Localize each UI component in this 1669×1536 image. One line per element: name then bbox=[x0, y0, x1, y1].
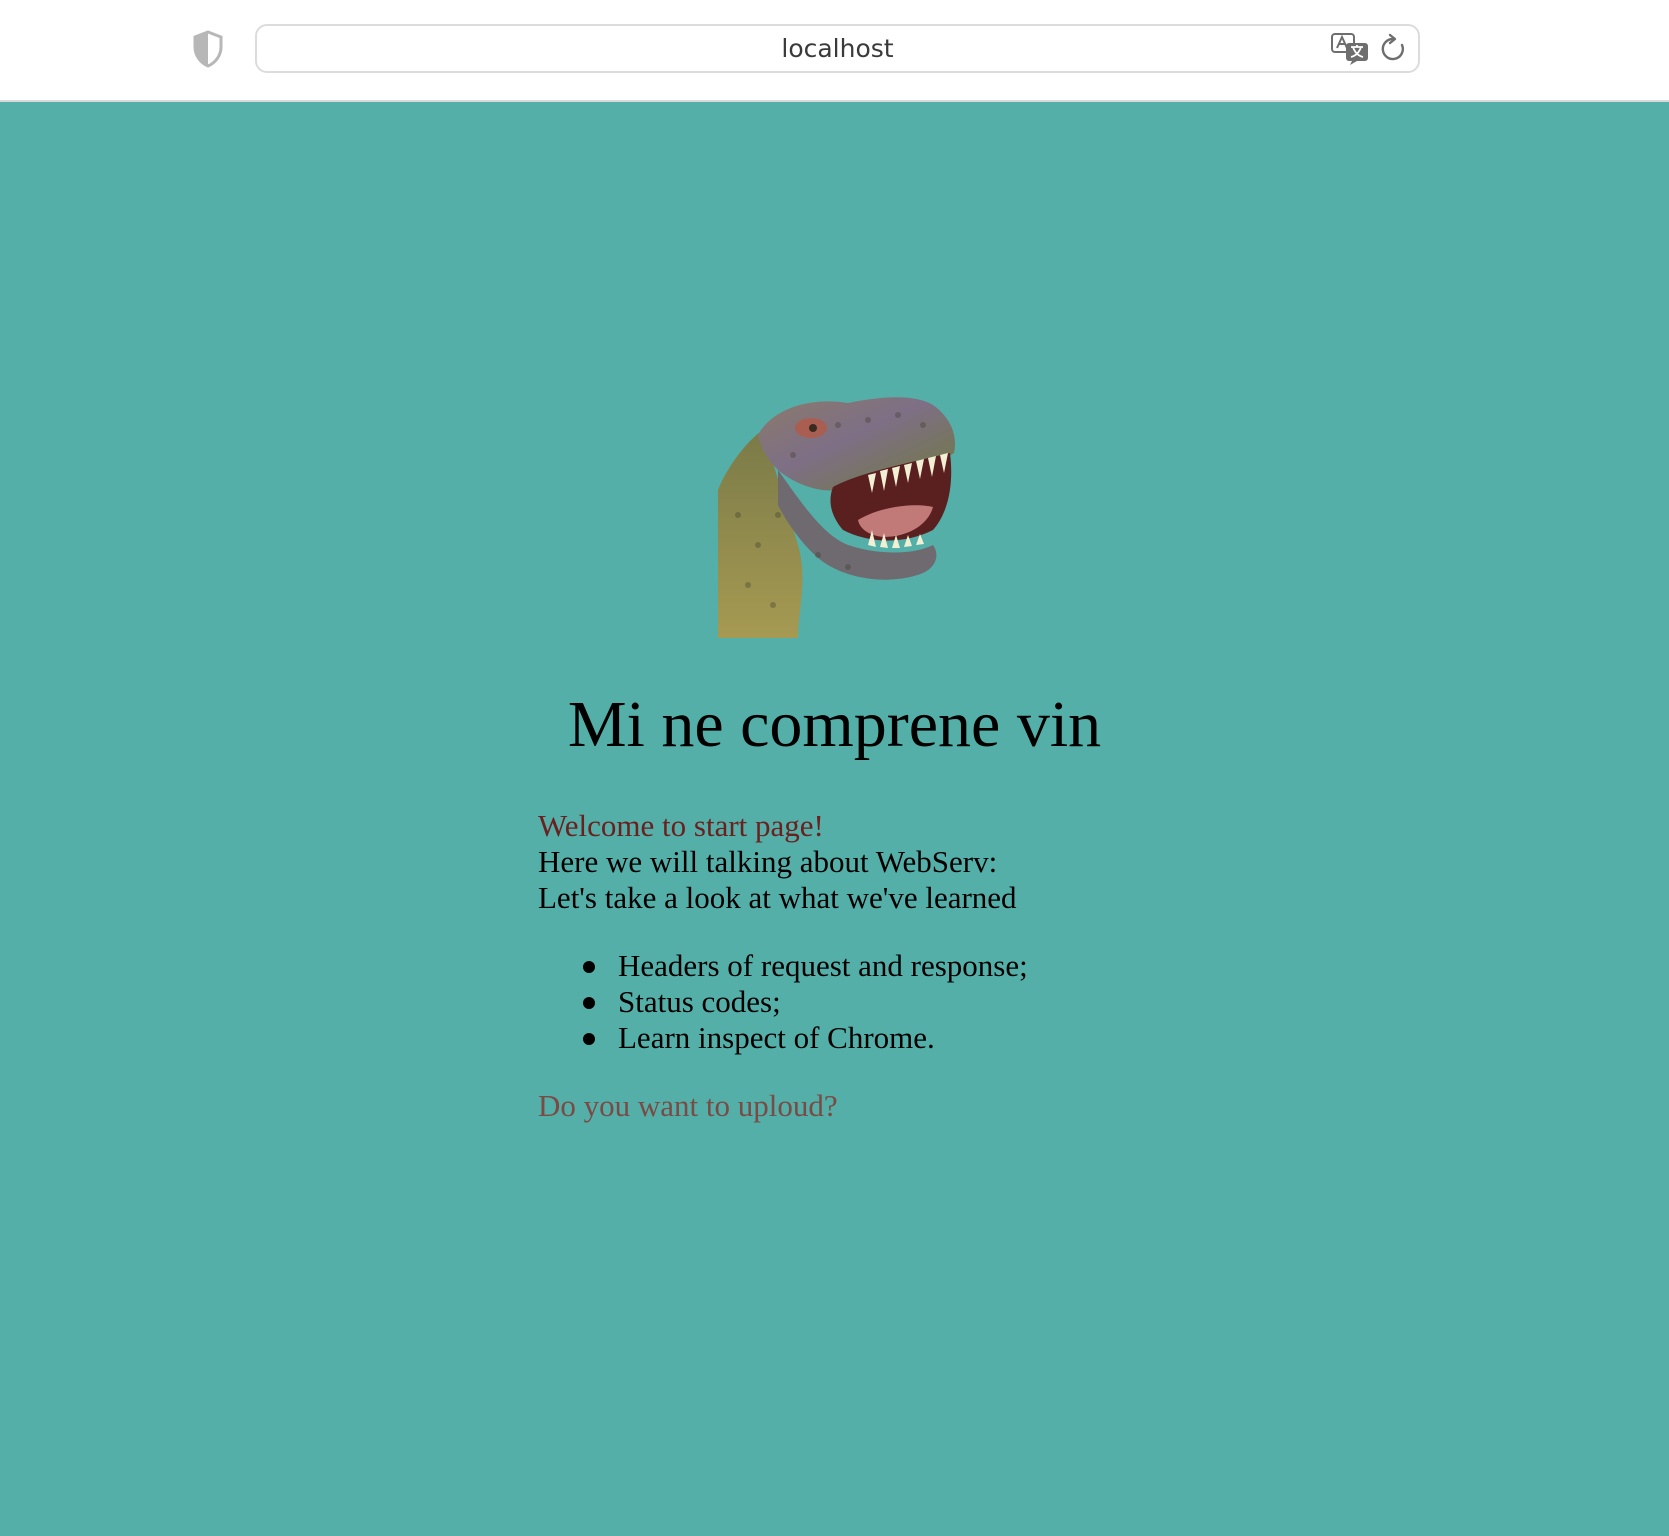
t-rex-dinosaur-image bbox=[718, 397, 956, 638]
upload-link[interactable]: Do you want to uploud? bbox=[538, 1088, 838, 1124]
intro-line-2: Let's take a look at what we've learned bbox=[538, 880, 1017, 915]
learned-list: Headers of request and response; Status … bbox=[538, 948, 1028, 1056]
address-text: localhost bbox=[781, 34, 894, 63]
welcome-text: Welcome to start page! bbox=[538, 808, 824, 843]
page-title: Mi ne comprene vin bbox=[567, 688, 1102, 761]
browser-toolbar: localhost bbox=[0, 0, 1669, 102]
shield-icon[interactable] bbox=[192, 30, 224, 68]
list-item: Status codes; bbox=[583, 984, 1028, 1020]
translate-icon[interactable] bbox=[1330, 32, 1370, 66]
list-item: Learn inspect of Chrome. bbox=[583, 1020, 1028, 1056]
address-bar[interactable]: localhost bbox=[255, 24, 1420, 73]
reload-icon[interactable] bbox=[1378, 33, 1408, 65]
intro-line-1: Here we will talking about WebServ: bbox=[538, 844, 998, 879]
list-item: Headers of request and response; bbox=[583, 948, 1028, 983]
page-content: Mi ne comprene vin Welcome to start page… bbox=[0, 102, 1669, 1536]
intro-text-block: Welcome to start page! Here we will talk… bbox=[538, 808, 1028, 1124]
